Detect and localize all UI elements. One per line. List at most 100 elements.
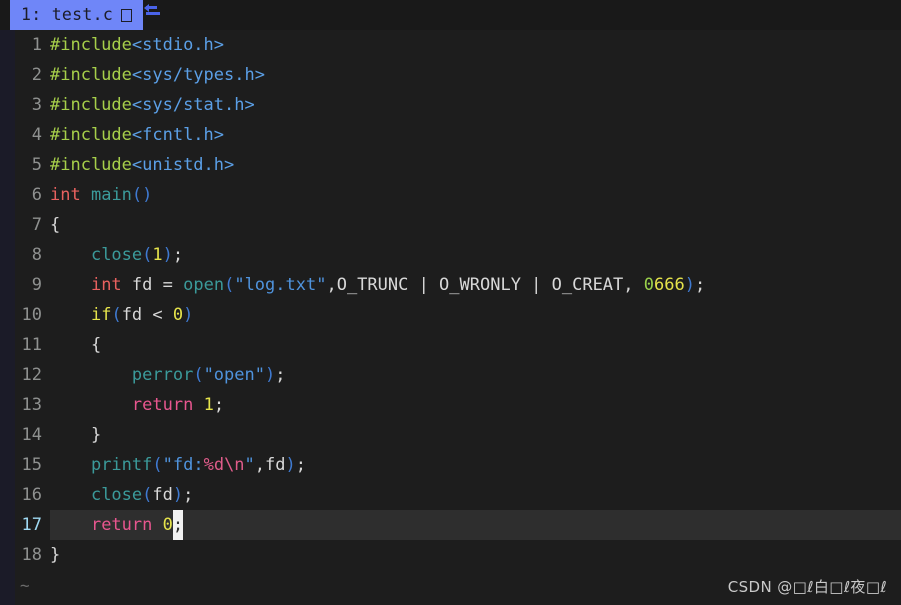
text-cursor: ; <box>172 510 184 540</box>
code-line-text: int fd = open("log.txt",O_TRUNC | O_WRON… <box>50 275 705 295</box>
code-token: ( <box>111 305 122 325</box>
code-token: fd <box>121 305 153 325</box>
code-line[interactable]: 10 if(fd < 0) <box>0 300 901 330</box>
code-lines: 1 #include<stdio.h> 2 #include<sys/types.h>… <box>0 30 901 570</box>
code-token: 0 <box>172 305 184 325</box>
code-line[interactable]: 2 #include<sys/types.h> <box>0 60 901 90</box>
code-line[interactable]: 18} <box>0 540 901 570</box>
code-token: ) <box>285 455 296 475</box>
code-token: ,fd <box>254 455 286 475</box>
code-token: ) <box>172 485 184 505</box>
code-token: #include <box>50 95 132 115</box>
code-token: "open" <box>203 365 265 385</box>
code-token: " <box>244 455 255 475</box>
code-line-text: int main() <box>50 185 152 205</box>
code-token: #include <box>50 65 132 85</box>
code-line[interactable]: 12 perror("open"); <box>0 360 901 390</box>
code-token: 666 <box>654 275 685 295</box>
code-token: return <box>131 395 194 415</box>
code-line[interactable]: 1 #include<stdio.h> <box>0 30 901 60</box>
code-token: 0 <box>643 275 654 295</box>
code-token: %d <box>203 455 225 475</box>
code-token: <sys/stat.h> <box>131 95 255 115</box>
code-token: if <box>90 305 112 325</box>
code-line-text: return 0; <box>50 510 184 540</box>
code-token: <unistd.h> <box>131 155 235 175</box>
code-token: open <box>183 275 225 295</box>
code-editor-area[interactable]: 1 #include<stdio.h> 2 #include<sys/types.h>… <box>0 30 901 605</box>
code-token: { <box>50 335 102 355</box>
code-line-text: close(fd); <box>50 485 193 505</box>
code-token: ) <box>684 275 695 295</box>
arrow-left-bar-icon <box>143 0 165 30</box>
code-token: #include <box>50 35 132 55</box>
code-token: #include <box>50 155 132 175</box>
code-token: { <box>50 215 61 235</box>
code-token: ) <box>264 365 276 385</box>
code-token: ( <box>142 485 153 505</box>
code-line[interactable]: 4 #include<fcntl.h> <box>0 120 901 150</box>
code-token: ; <box>275 365 286 385</box>
code-line-text: #include<stdio.h> <box>50 35 224 55</box>
code-line[interactable]: 11 { <box>0 330 901 360</box>
code-token: () <box>131 185 153 205</box>
code-line[interactable]: 7{ <box>0 210 901 240</box>
code-token: ; <box>183 485 194 505</box>
code-token: } <box>50 425 102 445</box>
code-token: ) <box>183 305 194 325</box>
code-line[interactable]: 9 int fd = open("log.txt",O_TRUNC | O_WR… <box>0 270 901 300</box>
code-token: fd <box>152 485 173 505</box>
code-token: int <box>90 275 122 295</box>
code-token: } <box>50 545 61 565</box>
code-line[interactable]: 13 return 1; <box>0 390 901 420</box>
code-line-text: printf("fd:%d\n",fd); <box>50 455 306 475</box>
code-line[interactable]: 3 #include<sys/stat.h> <box>0 90 901 120</box>
code-token: ( <box>193 365 204 385</box>
code-line-text: if(fd < 0) <box>50 305 193 325</box>
code-line[interactable]: 5 #include<unistd.h> <box>0 150 901 180</box>
tab-test-c[interactable]: 1: test.c <box>10 0 144 30</box>
code-token: <sys/types.h> <box>131 65 265 85</box>
empty-line-marker: ~ <box>20 576 30 595</box>
code-token: ( <box>142 245 153 265</box>
code-line[interactable]: 14 } <box>0 420 901 450</box>
code-line-text: } <box>50 545 60 565</box>
code-line-text: #include<sys/types.h> <box>50 65 265 85</box>
code-line[interactable]: 15 printf("fd:%d\n",fd); <box>0 450 901 480</box>
code-token: ; <box>213 395 225 415</box>
code-token: close <box>90 245 143 265</box>
code-token: "log.txt" <box>234 275 327 295</box>
tabline: 1: test.c <box>0 0 901 30</box>
code-token: 1 <box>203 395 214 415</box>
code-line-text: close(1); <box>50 245 183 265</box>
code-line-text: { <box>50 335 101 355</box>
code-token: ( <box>152 455 163 475</box>
code-token: 0 <box>162 515 173 535</box>
code-line-text: } <box>50 425 101 445</box>
code-token: <stdio.h> <box>131 35 225 55</box>
code-line-text: #include<unistd.h> <box>50 155 234 175</box>
code-token: perror <box>131 365 194 385</box>
code-token: 1 <box>152 245 163 265</box>
code-token: O_TRUNC | O_WRONLY | O_CREAT, <box>336 275 644 295</box>
code-line[interactable]: 16 close(fd); <box>0 480 901 510</box>
sign-column-strip <box>0 0 15 605</box>
code-token: \n <box>224 455 245 475</box>
code-line[interactable]: 6 int main() <box>0 180 901 210</box>
code-line[interactable]: 17 return 0; <box>0 510 901 540</box>
code-line-text: { <box>50 215 60 235</box>
code-token: ; <box>694 275 706 295</box>
code-line[interactable]: 8 close(1); <box>0 240 901 270</box>
code-line-text: perror("open"); <box>50 365 286 385</box>
code-line-text: return 1; <box>50 395 224 415</box>
code-token: = <box>162 275 173 295</box>
code-token: < <box>152 305 163 325</box>
